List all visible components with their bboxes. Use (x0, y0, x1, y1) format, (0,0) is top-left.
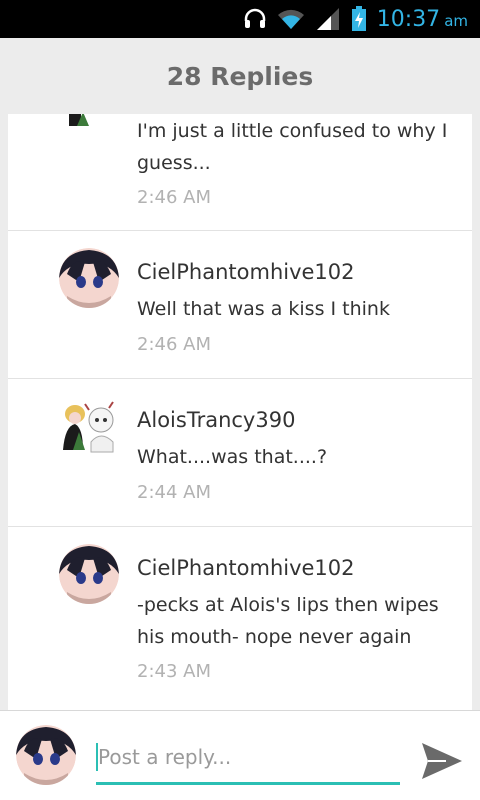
reply-time: 2:46 AM (137, 334, 211, 355)
battery-charging-icon (351, 6, 367, 32)
text-cursor (96, 743, 98, 771)
reply-item[interactable]: AloisTrancy390 What....was that....? 2:4… (8, 379, 472, 527)
reply-time: 2:43 AM (137, 661, 211, 682)
reply-time: 2:44 AM (137, 482, 211, 503)
reply-username[interactable]: AloisTrancy390 (137, 408, 295, 432)
my-avatar[interactable] (16, 725, 76, 785)
reply-time: 2:46 AM (137, 187, 211, 208)
wifi-icon (277, 8, 305, 30)
reply-message: -pecks at Alois's lips then wipes his mo… (137, 594, 439, 648)
status-clock: 10:37 am (377, 7, 468, 32)
reply-input-wrapper[interactable] (96, 737, 400, 785)
reply-list[interactable]: I'm just a little confused to why I gues… (8, 114, 472, 710)
ciel-avatar[interactable] (59, 544, 119, 604)
reply-item[interactable]: I'm just a little confused to why I gues… (8, 114, 472, 231)
status-bar: 10:37 am (0, 0, 480, 38)
replies-header: 28 Replies (0, 38, 480, 114)
reply-message: Well that was a kiss I think (137, 298, 390, 320)
signal-icon (315, 7, 341, 31)
compose-bar (0, 710, 480, 800)
reply-item[interactable]: CielPhantomhive102 -pecks at Alois's lip… (8, 527, 472, 710)
send-icon[interactable] (420, 741, 464, 781)
reply-username[interactable]: CielPhantomhive102 (137, 260, 355, 284)
alois-avatar[interactable] (59, 114, 119, 128)
headphones-icon (243, 7, 267, 31)
reply-input[interactable] (96, 737, 400, 777)
reply-message: I'm just a little confused to why I gues… (137, 120, 448, 174)
reply-username[interactable]: CielPhantomhive102 (137, 556, 355, 580)
ciel-avatar[interactable] (59, 248, 119, 308)
reply-message: What....was that....? (137, 446, 328, 468)
alois-avatar[interactable] (59, 396, 119, 456)
reply-item[interactable]: CielPhantomhive102 Well that was a kiss … (8, 231, 472, 379)
clock-ampm: am (444, 11, 468, 30)
page-title: 28 Replies (166, 61, 314, 91)
clock-time: 10:37 (376, 6, 441, 32)
